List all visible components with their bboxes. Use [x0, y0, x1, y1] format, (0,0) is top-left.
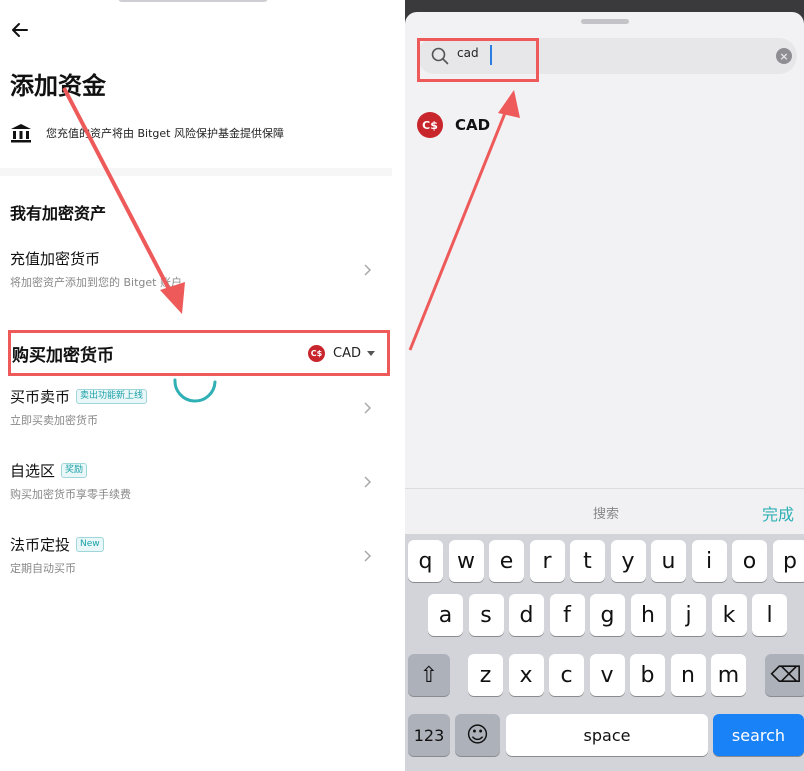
item-title: 法币定投: [10, 536, 71, 554]
key-s[interactable]: s: [468, 594, 504, 636]
protection-notice: 您充值的资产将由 Bitget 风险保护基金提供保障: [10, 122, 284, 144]
sheet-grabber[interactable]: [581, 19, 629, 24]
letter-keys: zxcvbnm: [405, 654, 804, 698]
buy-crypto-label: 购买加密货币: [12, 345, 114, 366]
key-c[interactable]: c: [549, 654, 584, 696]
key-b[interactable]: b: [630, 654, 665, 696]
keyboard-row: 123 ☺ space search: [405, 714, 804, 758]
back-arrow-icon[interactable]: [10, 20, 30, 40]
done-button[interactable]: 完成: [762, 501, 794, 525]
chevron-right-icon: [364, 402, 372, 414]
section-title: 我有加密资产: [10, 204, 107, 223]
key-a[interactable]: a: [428, 594, 463, 636]
item-subtitle: 将加密资产添加到您的 Bitget 账户: [10, 276, 182, 289]
cad-currency-icon: C$: [308, 344, 326, 362]
item-subtitle: 购买加密货币享零手续费: [10, 488, 131, 501]
item-title: 充值加密货币: [10, 250, 101, 268]
search-key[interactable]: search: [713, 714, 804, 756]
clear-icon[interactable]: ×: [776, 48, 792, 64]
key-e[interactable]: e: [489, 540, 524, 582]
status-bar-hint: [118, 0, 268, 2]
item-badge: New: [76, 537, 104, 552]
chevron-right-icon: [364, 264, 372, 276]
key-d[interactable]: d: [509, 594, 544, 636]
currency-code: CAD: [333, 345, 361, 361]
key-u[interactable]: u: [651, 540, 686, 582]
keyboard: qwertyuiop asdfghjkl ⇧ zxcvbnm ⌫ 123 ☺ s…: [405, 534, 804, 771]
key-w[interactable]: w: [448, 540, 484, 582]
keyboard-toolbar: 搜索 完成: [405, 488, 804, 534]
section-divider: [0, 168, 392, 176]
key-n[interactable]: n: [670, 654, 706, 696]
key-j[interactable]: j: [671, 594, 706, 636]
chevron-right-icon: [364, 476, 372, 488]
item-title: 自选区: [10, 462, 56, 480]
key-x[interactable]: x: [508, 654, 544, 696]
keyboard-row: asdfghjkl: [405, 594, 804, 638]
caret-down-icon: [367, 350, 375, 356]
currency-result-item[interactable]: C$ CAD: [417, 110, 490, 140]
key-q[interactable]: q: [408, 540, 443, 582]
backspace-key[interactable]: ⌫: [765, 654, 804, 696]
numbers-key[interactable]: 123: [408, 714, 450, 756]
currency-code: CAD: [455, 116, 491, 134]
page-title: 添加资金: [10, 72, 106, 100]
key-v[interactable]: v: [589, 654, 625, 696]
deposit-crypto-item[interactable]: 充值加密货币 将加密资产添加到您的 Bitget 账户: [10, 248, 382, 296]
recurring-buy-item[interactable]: 法币定投 New 定期自动买币: [10, 534, 382, 582]
key-i[interactable]: i: [691, 540, 727, 582]
key-f[interactable]: f: [549, 594, 585, 636]
key-k[interactable]: k: [711, 594, 747, 636]
key-t[interactable]: t: [570, 540, 605, 582]
currency-selector[interactable]: C$ CAD: [308, 344, 375, 362]
item-badge: 奖励: [61, 463, 88, 478]
key-z[interactable]: z: [468, 654, 503, 696]
key-g[interactable]: g: [590, 594, 625, 636]
toolbar-hint: 搜索: [593, 507, 620, 522]
emoji-key[interactable]: ☺: [455, 714, 500, 756]
currency-search-panel: × C$ CAD 搜索 完成 qwertyuiop asdfghjkl ⇧ zx…: [405, 0, 804, 771]
key-y[interactable]: y: [610, 540, 646, 582]
key-o[interactable]: o: [732, 540, 767, 582]
key-r[interactable]: r: [529, 540, 565, 582]
chevron-right-icon: [364, 550, 372, 562]
item-subtitle: 定期自动买币: [10, 562, 76, 575]
space-key[interactable]: space: [506, 714, 708, 756]
loading-spinner-icon: [173, 378, 217, 403]
key-l[interactable]: l: [752, 594, 787, 636]
protection-text: 您充值的资产将由 Bitget 风险保护基金提供保障: [46, 127, 284, 140]
screenshot-stage: 添加资金 您充值的资产将由 Bitget 风险保护基金提供保障 我有加密资产 充…: [0, 0, 804, 771]
watchlist-item[interactable]: 自选区 奖励 购买加密货币享零手续费: [10, 460, 382, 508]
add-funds-panel: 添加资金 您充值的资产将由 Bitget 风险保护基金提供保障 我有加密资产 充…: [0, 0, 392, 771]
keyboard-row: ⇧ zxcvbnm ⌫: [405, 654, 804, 698]
item-badge: 卖出功能新上线: [76, 389, 148, 404]
key-m[interactable]: m: [711, 654, 746, 696]
item-title: 买币卖币: [10, 388, 71, 406]
search-highlight-box: [417, 38, 539, 82]
bank-icon: [11, 124, 31, 143]
cad-currency-icon: C$: [417, 112, 443, 138]
key-p[interactable]: p: [772, 540, 804, 582]
key-h[interactable]: h: [630, 594, 666, 636]
keyboard-row: qwertyuiop: [405, 540, 804, 584]
